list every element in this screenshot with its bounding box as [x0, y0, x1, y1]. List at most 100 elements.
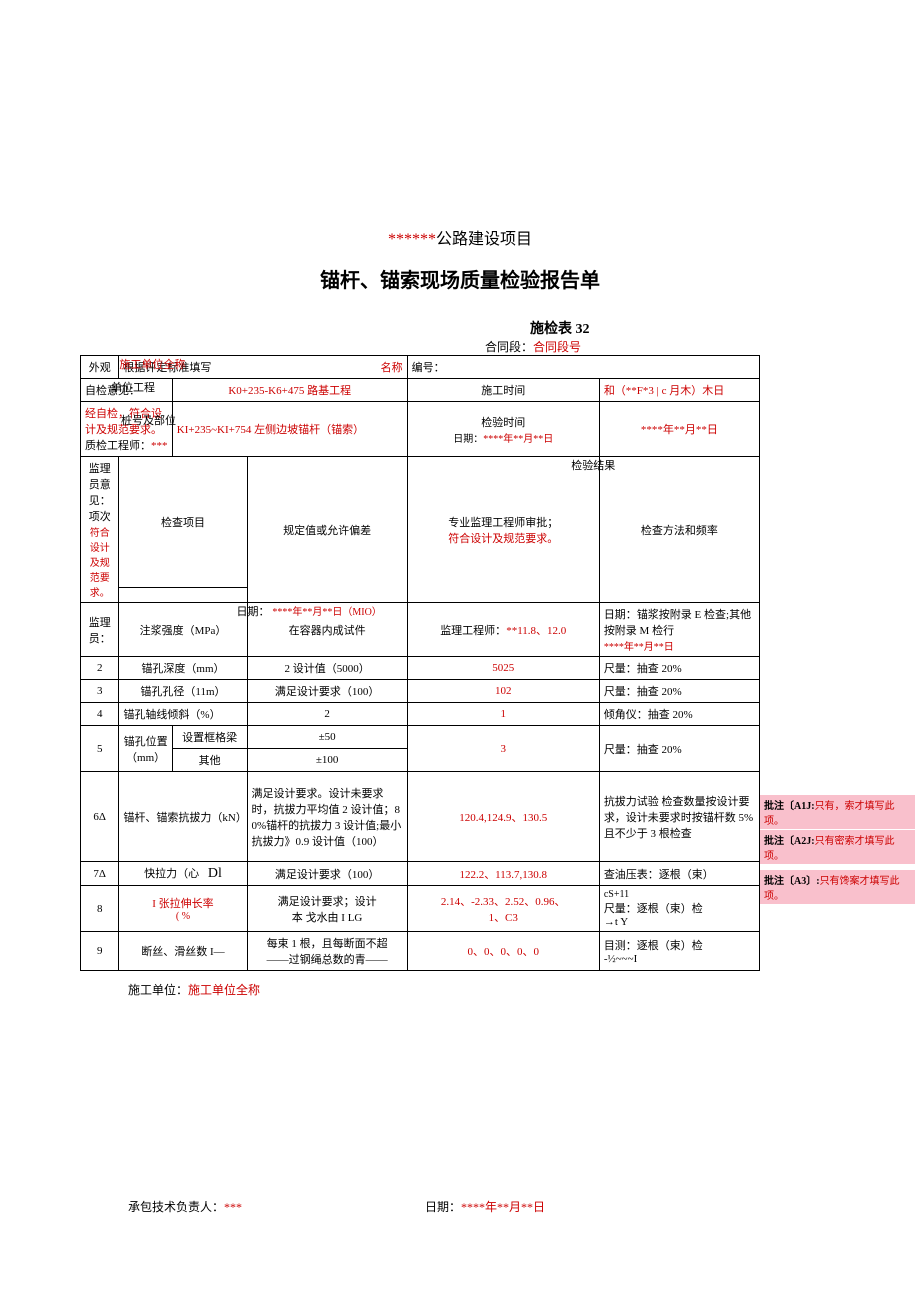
cell-result-7: 122.2、113.7,130.8 — [407, 862, 599, 886]
r1-result: **11.8、12.0 — [506, 625, 566, 637]
project-prefix: ****** — [388, 231, 436, 248]
col-method: 检查方法和频率 — [599, 457, 759, 603]
cell-method-3: 尺量：抽查 20% — [599, 680, 759, 703]
report-title: 锚杆、锚索现场质量检验报告单 — [0, 264, 920, 293]
col-item-spacer — [119, 588, 247, 603]
inspection-table: 外观 根据评定标准填写 施工单位全称 名称 编号： 自检意见： 单位工程 K0+… — [80, 355, 760, 971]
cell-spec-6: 满足设计要求。设计未要求时，抗拔力平均值 2 设计值；80%锚杆的抗拔力 3 设… — [247, 772, 407, 862]
qc-eng-val: *** — [151, 440, 168, 452]
table-row: 6Δ 锚杆、锚索抗拔力（kN） 满足设计要求。设计未要求时，抗拔力平均值 2 设… — [81, 772, 760, 862]
table-row: 8 I 张拉伸长率 ( % 满足设计要求；设计 本 戈水由 I LG 2.14、… — [81, 886, 760, 932]
cell-spec-8: 满足设计要求；设计 本 戈水由 I LG — [247, 886, 407, 932]
sign-value: *** — [224, 1200, 242, 1214]
stake-label: 桩号及部位 — [121, 412, 212, 428]
r1-spec: 在容器内成试件 — [289, 625, 366, 637]
r1-method-over: ****年**月**日 — [604, 638, 755, 653]
project-title: ******公路建设项目 — [0, 225, 920, 249]
cell-result-5: 3 — [407, 726, 599, 772]
table-row: 9 断丝、滑丝数 I— 每束 1 根，且每断面不超 ——过钢绳总数的青—— 0、… — [81, 932, 760, 971]
table-row: 3 锚孔孔径（11m） 满足设计要求（100） 102 尺量：抽查 20% — [81, 680, 760, 703]
cell-number: 编号： — [407, 356, 759, 379]
cell-spec-2: 2 设计值（5000） — [247, 657, 407, 680]
table-row: 7Δ 快拉力（心 Dl 满足设计要求（100） 122.2、113.7,130.… — [81, 862, 760, 886]
annot-a1-tag: 批注〔A1J: — [764, 801, 815, 812]
annot-a3-tag: 批注〔A3〕: — [764, 876, 820, 887]
method8pre: cS+11 — [604, 889, 755, 900]
cell-item-3: 锚孔孔径（11m） — [119, 680, 247, 703]
cell-item-6: 锚杆、锚索抗拔力（kN） — [119, 772, 247, 862]
cell-method-7: 查油压表：逐根（束） — [599, 862, 759, 886]
col-result-b: 符合设计及规范要求。 — [412, 530, 595, 546]
construct-time-value: 和（**F*3 | c 月木）木日 — [599, 379, 759, 402]
col-no-a: 监理员意见： — [85, 460, 114, 508]
cell-spec-7: 满足设计要求（100） — [247, 862, 407, 886]
cell-result-4: 1 — [407, 703, 599, 726]
cell-method-5: 尺量：抽查 20% — [599, 726, 759, 772]
cell-no-2: 2 — [81, 657, 119, 680]
cell-item-4: 锚孔轴线倾斜（%） — [119, 703, 247, 726]
cell-no-5: 5 — [81, 726, 119, 772]
cell-item-9: 断丝、滑丝数 I— — [119, 932, 247, 971]
cell-result-9: 0、0、0、0、0 — [407, 932, 599, 971]
annotation-a3: 批注〔A3〕:只有馋案才填写此项。 — [760, 870, 915, 904]
cell-spec-3: 满足设计要求（100） — [247, 680, 407, 703]
cell-item-7: 快拉力（心 Dl — [119, 862, 247, 886]
method8b: →t Y — [604, 916, 755, 928]
construct-value: 施工单位全称 — [188, 983, 260, 997]
cell-unit-name: 根据评定标准填写 施工单位全称 名称 — [119, 356, 407, 379]
stake-value: KI+235~KI+754 左侧边坡锚杆（锚索） — [172, 402, 407, 457]
column-header-row: 监理员意见： 项次 符合设计及规范要求。 检查项目 规定值或允许偏差 专业监理工… — [81, 457, 760, 588]
cell-no-4: 4 — [81, 703, 119, 726]
r1-spec-over: ****年**月**日（MIO） — [248, 603, 407, 618]
result8a: 2.14、-2.33、2.52、0.96、 — [412, 893, 595, 909]
cell-no-7: 7Δ — [81, 862, 119, 886]
name-label: 名称 — [381, 359, 403, 375]
item7-extra: Dl — [208, 866, 222, 881]
annot-a2-tag: 批注〔A2J: — [764, 836, 815, 847]
construction-unit-line: 施工单位：施工单位全称 — [128, 981, 920, 998]
contract-label: 合同段： — [485, 340, 533, 354]
check-time-label: 检验时间 — [481, 417, 525, 429]
cell-item-5: 锚孔位置（mm） — [119, 726, 172, 772]
cell-method-4: 倾角仪：抽查 20% — [599, 703, 759, 726]
col-no-b: 项次 — [85, 508, 114, 524]
result8b: 1、C3 — [412, 909, 595, 925]
date-label: 日期： — [425, 1200, 461, 1214]
cell-no-1: 监理员： — [81, 603, 119, 657]
item7-text: 快拉力（心 — [144, 868, 199, 880]
cell-method-9: 目测：逐根（束）检 -½~~~I — [599, 932, 759, 971]
date-value: ****年**月**日 — [461, 1200, 545, 1214]
item8-extra: ( % — [123, 911, 242, 922]
cell-sub-5a: 设置框格梁 — [172, 726, 247, 749]
contract-line: 合同段：合同段号 — [485, 338, 920, 355]
check-date-val: ****年**月**日 — [483, 434, 553, 445]
unit-value: K0+235-K6+475 路基工程 — [172, 379, 407, 402]
table-row: 监理员： 注浆强度（MPa） 日期： 在容器内成试件 ****年**月**日（M… — [81, 603, 760, 657]
header-row-1: 自检意见： 单位工程 K0+235-K6+475 路基工程 施工时间 和（**F… — [81, 379, 760, 402]
cell-self-opinion: 自检意见： 单位工程 — [81, 379, 173, 402]
cell-no-3: 3 — [81, 680, 119, 703]
unit-label: 单位工程 — [111, 379, 202, 395]
cell-result-3: 102 — [407, 680, 599, 703]
r1-method-pre: 日期： — [604, 609, 637, 621]
cell-result-1: 监理工程师：**11.8、12.0 — [407, 603, 599, 657]
spec8a: 满足设计要求；设计 — [252, 893, 403, 909]
cell-no-6: 6Δ — [81, 772, 119, 862]
unit-name-b: 施工单位全称 — [119, 356, 406, 372]
cell-item-1: 注浆强度（MPa） 日期： — [119, 603, 247, 657]
construct-time-label: 施工时间 — [407, 379, 599, 402]
cell-method-2: 尺量：抽查 20% — [599, 657, 759, 680]
cell-result-8: 2.14、-2.33、2.52、0.96、 1、C3 — [407, 886, 599, 932]
cell-method-8: cS+11 尺量：逐根（束）检 →t Y — [599, 886, 759, 932]
construct-label: 施工单位： — [128, 983, 188, 997]
check-time-cell: 检验时间 日期：****年**月**日 — [407, 402, 599, 457]
annotation-a1: 批注〔A1J:只有，索才填写此项。 — [760, 795, 915, 829]
annotation-a2: 批注〔A2J:只有密索才填写此项。 — [760, 830, 915, 864]
contract-value: 合同段号 — [533, 340, 581, 354]
cell-spec-4: 2 — [247, 703, 407, 726]
sign-label: 承包技术负责人： — [128, 1200, 224, 1214]
header-row-0: 外观 根据评定标准填写 施工单位全称 名称 编号： — [81, 356, 760, 379]
spec8b: 本 戈水由 I LG — [252, 909, 403, 925]
header-row-2: 经自检，符合设计及规范要求。 质检工程师：*** 桩号及部位 KI+235~KI… — [81, 402, 760, 457]
cell-item-8: I 张拉伸长率 ( % — [119, 886, 247, 932]
